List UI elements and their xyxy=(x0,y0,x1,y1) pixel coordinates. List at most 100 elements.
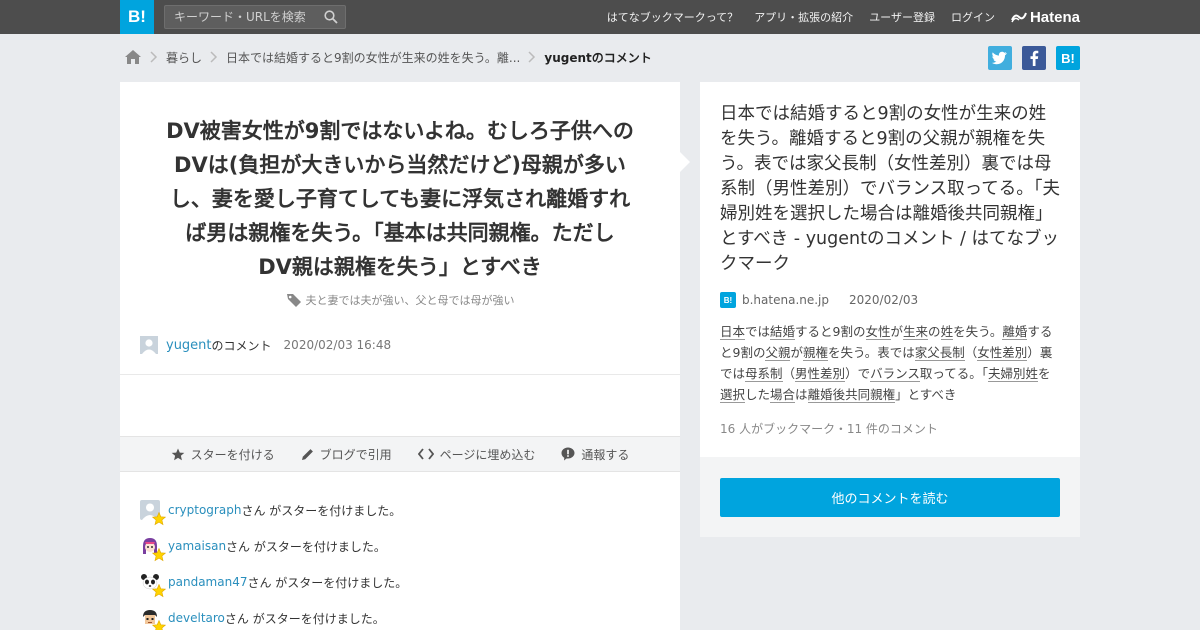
home-icon[interactable] xyxy=(124,49,142,65)
entry-date: 2020/02/03 xyxy=(849,293,919,307)
description-text: が xyxy=(890,324,904,339)
star-user-link[interactable]: pandaman47 xyxy=(168,575,247,589)
description-text: の xyxy=(928,324,941,339)
keyword-link[interactable]: 姓 xyxy=(940,324,954,340)
top-nav: はてなブックマークって？ アプリ・拡張の紹介 ユーザー登録 ログイン Haten… xyxy=(591,0,1080,34)
hatena-wave-icon xyxy=(1011,12,1027,23)
star-icon xyxy=(152,512,166,526)
star-user-link[interactable]: cryptograph xyxy=(168,503,241,517)
star-icon xyxy=(171,448,184,460)
nav-register[interactable]: ユーザー登録 xyxy=(869,9,935,25)
avatar[interactable] xyxy=(140,536,166,562)
chevron-right-icon xyxy=(524,46,540,68)
keyword-link[interactable]: 生来 xyxy=(903,324,929,340)
comment-tags: 夫と妻では夫が強い、父と母では母が強い xyxy=(120,292,680,308)
report-label: 通報する xyxy=(581,447,630,462)
star-list: cryptograph さん がスターを付けました。 yamaisan さん が… xyxy=(140,492,660,630)
comment-meta: yugent のコメント 2020/02/03 16:48 xyxy=(140,335,391,355)
divider xyxy=(120,374,680,375)
description-text: では xyxy=(745,324,771,339)
hatena-brand-label: Hatena xyxy=(1029,8,1080,26)
breadcrumb: 暮らし 日本では結婚すると9割の女性が生来の姓を失う。離... yugentのコ… xyxy=(124,46,652,68)
comment-user-link[interactable]: yugent xyxy=(166,338,212,353)
entry-title[interactable]: 日本では結婚すると9割の女性が生来の姓を失う。離婚すると9割の父親が親権を失う。… xyxy=(720,102,1062,277)
search-input[interactable] xyxy=(165,6,315,28)
hatena-favicon: B! xyxy=(720,292,736,308)
comment-line: DV親は親権を失う」とすべき xyxy=(258,255,542,279)
list-item: develtaro さん がスターを付けました。 xyxy=(140,600,660,630)
star-suffix: さん がスターを付けました。 xyxy=(224,611,385,626)
blog-quote-button[interactable]: ブログで引用 xyxy=(301,446,392,463)
nav-apps[interactable]: アプリ・拡張の紹介 xyxy=(754,9,853,25)
list-item: cryptograph さん がスターを付けました。 xyxy=(140,492,660,528)
embed-label: ページに埋め込む xyxy=(439,447,536,462)
keyword-link[interactable]: 結婚 xyxy=(770,324,796,340)
comment-date[interactable]: 2020/02/03 16:48 xyxy=(284,338,392,352)
star-user-link[interactable]: develtaro xyxy=(168,611,225,625)
tag-icon xyxy=(286,294,301,307)
entry-source: B! b.hatena.ne.jp 2020/02/03 xyxy=(720,292,918,308)
keyword-link[interactable]: 共同親権 xyxy=(845,387,896,403)
keyword-link[interactable]: 場合 xyxy=(770,387,796,403)
keyword-link[interactable]: バランス xyxy=(870,366,920,382)
star-user-link[interactable]: yamaisan xyxy=(168,539,226,553)
bookmark-count[interactable]: 16 人がブックマーク・11 件のコメント xyxy=(720,420,938,437)
share-hatena-button[interactable]: B! xyxy=(1056,46,1080,70)
keyword-link[interactable]: 日本 xyxy=(720,324,746,340)
keyword-link[interactable]: 家父長制 xyxy=(914,345,965,361)
keyword-link[interactable]: 親権 xyxy=(802,345,828,361)
read-more-comments-button[interactable]: 他のコメントを読む xyxy=(720,478,1060,517)
keyword-link[interactable]: 男性差別 xyxy=(795,366,846,382)
keyword-link[interactable]: 女性差別 xyxy=(977,345,1028,361)
search-icon[interactable] xyxy=(324,10,338,24)
hatena-bookmark-logo[interactable]: B! xyxy=(120,0,154,34)
share-buttons: B! xyxy=(978,46,1080,70)
description-text: した xyxy=(745,387,771,402)
keyword-link[interactable]: 夫婦別姓 xyxy=(987,366,1038,382)
keyword-link[interactable]: 母系制 xyxy=(745,366,783,382)
keyword-link[interactable]: 離婚後 xyxy=(807,387,846,403)
description-text: 取ってる。「 xyxy=(919,366,988,381)
nav-about[interactable]: はてなブックマークって？ xyxy=(607,9,738,25)
avatar[interactable] xyxy=(140,500,166,526)
twitter-icon xyxy=(992,51,1007,65)
list-item: pandaman47 さん がスターを付けました。 xyxy=(140,564,660,600)
star-icon xyxy=(152,584,166,598)
add-star-button[interactable]: スターを付ける xyxy=(171,446,275,463)
description-text: が xyxy=(790,345,803,360)
star-suffix: さん がスターを付けました。 xyxy=(247,575,408,590)
entry-card: 日本では結婚すると9割の女性が生来の姓を失う。離婚すると9割の父親が親権を失う。… xyxy=(700,82,1080,457)
entry-domain[interactable]: b.hatena.ne.jp xyxy=(742,293,829,307)
comment-text: DV被害女性が9割ではないよね。むしろ子供への DVは(負担が大きいから当然だけ… xyxy=(150,114,650,284)
keyword-link[interactable]: 離婚 xyxy=(1002,324,1028,340)
keyword-link[interactable]: 女性 xyxy=(865,324,891,340)
comment-card: DV被害女性が9割ではないよね。むしろ子供への DVは(負担が大きいから当然だけ… xyxy=(120,82,680,630)
description-text: （ xyxy=(964,345,978,360)
description-text: は xyxy=(795,387,808,402)
avatar[interactable] xyxy=(140,608,166,630)
star-suffix: さん がスターを付けました。 xyxy=(241,503,402,518)
description-text: を失う。表では xyxy=(828,345,915,360)
add-star-label: スターを付ける xyxy=(190,447,275,462)
keyword-link[interactable]: 父親 xyxy=(765,345,791,361)
embed-button[interactable]: ページに埋め込む xyxy=(417,446,536,463)
comment-line: ば男は親権を失う。「基本は共同親権。ただし xyxy=(185,221,615,245)
tags-text[interactable]: 夫と妻では夫が強い、父と母では母が強い xyxy=(306,292,515,308)
list-item: yamaisan さん がスターを付けました。 xyxy=(140,528,660,564)
keyword-link[interactable]: 選択 xyxy=(720,387,746,403)
hatena-brand[interactable]: Hatena xyxy=(1011,9,1080,26)
search-box[interactable] xyxy=(164,5,346,29)
avatar[interactable] xyxy=(140,572,166,598)
breadcrumb-category[interactable]: 暮らし xyxy=(166,49,202,66)
comment-line: DV被害女性が9割ではないよね。むしろ子供への xyxy=(166,119,634,143)
report-button[interactable]: 通報する xyxy=(561,446,629,463)
avatar[interactable] xyxy=(140,336,158,354)
nav-login[interactable]: ログイン xyxy=(951,9,995,25)
share-facebook-button[interactable] xyxy=(1022,46,1046,70)
comment-line: し、妻を愛し子育てしても妻に浮気され離婚すれ xyxy=(169,187,631,211)
breadcrumb-entry[interactable]: 日本では結婚すると9割の女性が生来の姓を失う。離... xyxy=(226,49,520,66)
share-twitter-button[interactable] xyxy=(988,46,1012,70)
star-icon xyxy=(152,548,166,562)
blog-quote-label: ブログで引用 xyxy=(319,447,392,462)
comment-user-suffix: のコメント xyxy=(211,338,272,353)
